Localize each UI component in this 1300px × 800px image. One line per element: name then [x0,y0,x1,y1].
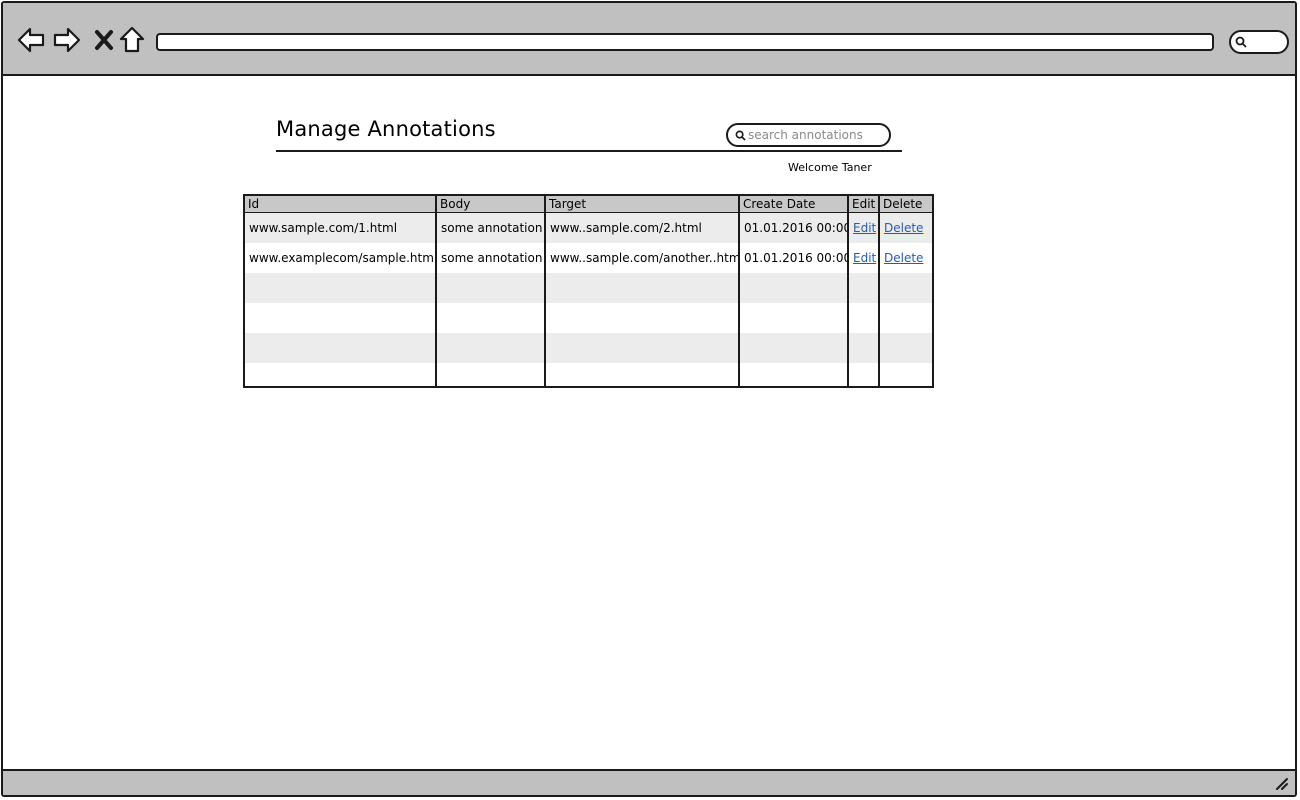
search-icon [1235,36,1247,48]
welcome-text: Welcome Taner [788,161,872,174]
column-header-body[interactable]: Body [435,196,545,213]
browser-search-field[interactable] [1229,30,1289,54]
cell-id: www.sample.com/1.html [245,212,436,243]
browser-toolbar [3,3,1295,76]
title-divider [276,150,902,152]
cell-id: www.examplecom/sample.html [245,243,436,273]
annotation-search[interactable] [726,123,891,147]
cell-target: www..sample.com/another..html [544,243,739,273]
page-title: Manage Annotations [276,117,496,141]
cell-target: www..sample.com/2.html [544,212,739,243]
address-bar[interactable] [156,33,1214,51]
empty-table-row [245,333,932,363]
delete-link[interactable]: Delete [884,251,923,265]
search-icon [735,130,746,141]
annotations-table: Id Body Target Create Date Edit Delete w… [243,194,934,388]
cell-create-date: 01.01.2016 00:00 [738,212,848,243]
cell-body: some annotation [435,212,545,243]
edit-link[interactable]: Edit [853,221,876,235]
cell-create-date: 01.01.2016 00:00 [738,243,848,273]
cell-edit: Edit [847,243,879,273]
edit-link[interactable]: Edit [853,251,876,265]
browser-window: Manage Annotations Welcome Taner Id Body… [1,1,1297,797]
cell-edit: Edit [847,212,879,243]
column-header-create-date[interactable]: Create Date [738,196,848,213]
column-header-id[interactable]: Id [245,196,436,213]
cell-delete: Delete [878,212,932,243]
empty-table-row [245,303,932,333]
search-input[interactable] [748,126,884,144]
home-icon[interactable] [117,25,147,55]
empty-table-row [245,273,932,303]
column-header-edit[interactable]: Edit [847,196,879,213]
table-header-row: Id Body Target Create Date Edit Delete [245,196,932,213]
column-header-target[interactable]: Target [544,196,739,213]
status-bar [3,769,1295,795]
delete-link[interactable]: Delete [884,221,923,235]
table-row[interactable]: www.sample.com/1.html some annotation ww… [245,212,932,243]
resize-grip-icon[interactable] [1275,777,1289,791]
table-row[interactable]: www.examplecom/sample.html some annotati… [245,243,932,273]
close-icon[interactable] [89,25,119,55]
cell-delete: Delete [878,243,932,273]
forward-arrow-icon[interactable] [52,25,82,55]
cell-body: some annotation [435,243,545,273]
empty-table-row [245,363,932,386]
back-arrow-icon[interactable] [16,25,46,55]
column-header-delete[interactable]: Delete [878,196,932,213]
